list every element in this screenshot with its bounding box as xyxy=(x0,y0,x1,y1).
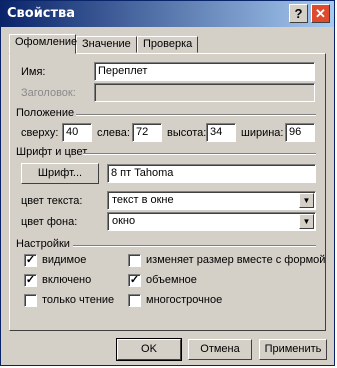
width-label: ширина: xyxy=(241,127,284,139)
resize-checkbox[interactable] xyxy=(128,254,141,267)
tab-value[interactable]: Значение xyxy=(76,36,137,53)
top-label: сверху: xyxy=(21,127,59,139)
window-title: Свойства xyxy=(7,6,76,21)
volume-checkbox[interactable]: ✓ xyxy=(128,274,141,287)
tab-validation[interactable]: Проверка xyxy=(137,36,198,53)
tab-appearance[interactable]: Офомление xyxy=(9,34,77,54)
font-value-field: 8 пт Tahoma xyxy=(107,164,316,183)
settings-section-title: Настройки xyxy=(16,238,70,250)
apply-button[interactable]: Применить xyxy=(259,339,327,360)
position-divider xyxy=(76,114,316,116)
name-field[interactable]: Переплет xyxy=(94,62,315,81)
bg-color-select[interactable]: окно ▼ xyxy=(107,212,316,231)
help-button[interactable]: ? xyxy=(289,4,308,23)
resize-label: изменяет размер вместе с формой xyxy=(146,254,326,266)
text-color-select[interactable]: текст в окне ▼ xyxy=(107,191,316,210)
close-button[interactable]: ✕ xyxy=(311,4,330,23)
enabled-checkbox[interactable]: ✓ xyxy=(24,274,37,287)
top-field[interactable]: 40 xyxy=(62,123,92,142)
width-field[interactable]: 96 xyxy=(285,123,315,142)
multiline-checkbox[interactable] xyxy=(128,294,141,307)
font-divider xyxy=(83,153,316,155)
left-field[interactable]: 72 xyxy=(132,123,162,142)
bg-color-value: окно xyxy=(112,215,136,227)
height-field[interactable]: 34 xyxy=(206,123,236,142)
position-section-title: Положение xyxy=(16,107,75,119)
caption-label: Заголовок: xyxy=(21,87,76,99)
caption-field xyxy=(94,83,315,102)
text-color-value: текст в окне xyxy=(112,194,174,206)
visible-checkbox[interactable]: ✓ xyxy=(24,254,37,267)
properties-dialog: Свойства ? ✕ Офомление Значение Проверка… xyxy=(0,0,335,366)
multiline-label: многострочное xyxy=(146,294,223,306)
chevron-down-icon[interactable]: ▼ xyxy=(299,214,314,229)
readonly-checkbox[interactable] xyxy=(24,294,37,307)
left-label: слева: xyxy=(97,127,130,139)
name-label: Имя: xyxy=(21,66,46,78)
settings-divider xyxy=(73,245,316,247)
volume-label: объемное xyxy=(146,274,197,286)
text-color-label: цвет текста: xyxy=(21,195,83,207)
height-label: высота: xyxy=(167,127,207,139)
visible-label: видимое xyxy=(42,254,87,266)
enabled-label: включено xyxy=(42,274,92,286)
ok-button[interactable]: OK xyxy=(116,338,182,361)
readonly-label: только чтение xyxy=(42,294,115,306)
font-button[interactable]: Шрифт... xyxy=(21,163,99,184)
chevron-down-icon[interactable]: ▼ xyxy=(299,193,314,208)
title-bar[interactable]: Свойства ? ✕ xyxy=(1,1,334,27)
bg-color-label: цвет фона: xyxy=(21,216,78,228)
cancel-button[interactable]: Отмена xyxy=(188,339,252,360)
font-section-title: Шрифт и цвет xyxy=(16,146,88,158)
